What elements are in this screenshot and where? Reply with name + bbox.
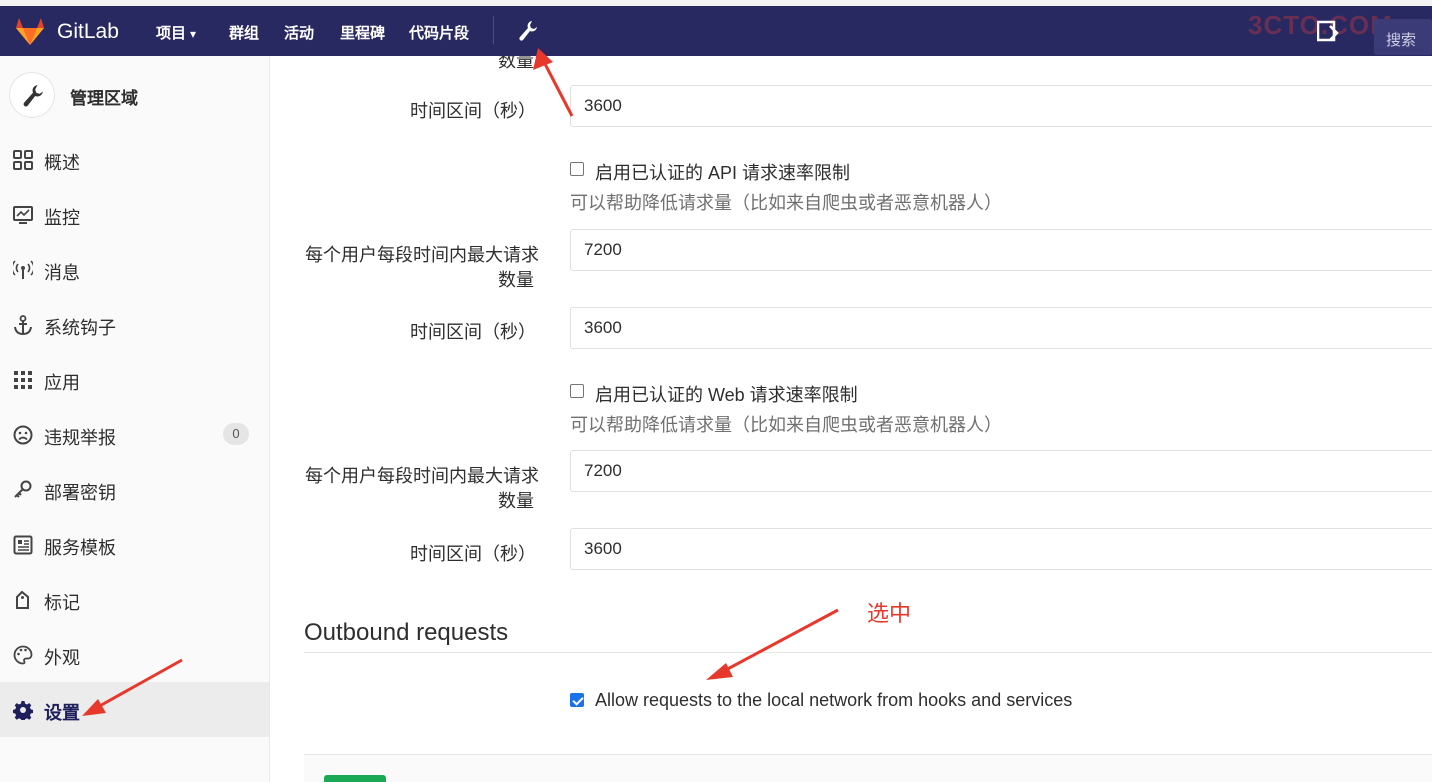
nav-activity[interactable]: 活动 <box>284 22 314 43</box>
wrench-icon <box>23 85 43 107</box>
web-period-label: 时间区间（秒） <box>410 544 536 564</box>
sidebar-item-label: 概述 <box>44 153 80 173</box>
nav-projects-label: 项目 <box>156 25 187 42</box>
palette-icon <box>13 645 33 665</box>
sidebar-item-labels[interactable]: 标记 <box>0 572 269 627</box>
search-button[interactable]: 搜索 <box>1374 19 1432 55</box>
sidebar-item-overview[interactable]: 概述 <box>0 132 269 187</box>
sidebar-item-deploy-keys[interactable]: 部署密钥 <box>0 462 269 517</box>
gear-icon <box>13 701 33 720</box>
web-rate-limit-label: 启用已认证的 Web 请求速率限制 <box>595 385 858 405</box>
gitlab-logo-icon[interactable] <box>14 16 46 46</box>
sidebar-item-label: 违规举报 <box>44 428 116 448</box>
sidebar-item-label: 监控 <box>44 208 80 228</box>
nav-snippets[interactable]: 代码片段 <box>409 22 469 43</box>
anchor-icon <box>14 315 32 335</box>
sidebar-item-system-hooks[interactable]: 系统钩子 <box>0 297 269 352</box>
sidebar-title: 管理区域 <box>70 89 138 108</box>
sidebar-item-label: 服务模板 <box>44 538 116 558</box>
sidebar-item-label: 系统钩子 <box>44 318 116 338</box>
allow-local-requests-checkbox[interactable] <box>570 693 584 707</box>
web-period-input[interactable]: 3600 <box>570 528 1432 570</box>
settings-content: 数量 时间区间（秒） 3600 启用已认证的 API 请求速率限制 可以帮助降低… <box>270 56 1432 782</box>
api-max-label-line1: 每个用户每段时间内最大请求 <box>305 245 539 265</box>
nav-milestones[interactable]: 里程碑 <box>340 22 385 43</box>
sidebar-item-abuse-reports[interactable]: 违规举报 0 <box>0 407 269 462</box>
frown-icon <box>13 425 33 445</box>
admin-area-wrench-icon[interactable] <box>518 20 538 42</box>
api-period-label: 时间区间（秒） <box>410 322 536 342</box>
nav-groups[interactable]: 群组 <box>229 22 259 43</box>
admin-sidebar: 管理区域 概述 监控 消息 系统钩子 应用 违规举报 0 部署密钥 服务模板 标… <box>0 56 270 782</box>
api-max-requests-input[interactable]: 7200 <box>570 229 1432 271</box>
overview-grid-icon <box>13 150 33 170</box>
apps-grid-icon <box>14 371 32 389</box>
form-actions-bar <box>304 754 1432 782</box>
admin-avatar <box>9 72 55 118</box>
broadcast-icon <box>13 260 33 279</box>
sidebar-item-messages[interactable]: 消息 <box>0 242 269 297</box>
template-icon <box>13 535 33 555</box>
issues-icon[interactable] <box>1317 20 1339 42</box>
sidebar-item-appearance[interactable]: 外观 <box>0 627 269 682</box>
sidebar-item-label: 消息 <box>44 263 80 283</box>
nav-projects[interactable]: 项目 ▾ <box>156 22 196 43</box>
sidebar-item-monitoring[interactable]: 监控 <box>0 187 269 242</box>
api-rate-limit-help: 可以帮助降低请求量（比如来自爬虫或者恶意机器人） <box>570 193 1002 213</box>
sidebar-item-label: 部署密钥 <box>44 483 116 503</box>
api-rate-limit-checkbox[interactable] <box>570 162 584 176</box>
nav-divider <box>493 16 494 44</box>
label-icon <box>16 590 29 609</box>
sidebar-item-label: 应用 <box>44 373 80 393</box>
allow-local-requests-label: Allow requests to the local network from… <box>595 690 1073 710</box>
brand-name[interactable]: GitLab <box>57 20 119 44</box>
sidebar-item-service-templates[interactable]: 服务模板 <box>0 517 269 572</box>
web-max-requests-input[interactable]: 7200 <box>570 450 1432 492</box>
sidebar-item-label: 标记 <box>44 593 80 613</box>
sidebar-item-applications[interactable]: 应用 <box>0 352 269 407</box>
sidebar-item-label: 设置 <box>44 703 80 723</box>
key-icon <box>14 480 32 498</box>
abuse-count-badge: 0 <box>223 423 249 445</box>
web-max-label-line1: 每个用户每段时间内最大请求 <box>305 466 539 486</box>
chevron-down-icon: ▾ <box>190 27 197 41</box>
outbound-section-title: Outbound requests <box>304 619 509 646</box>
field-label-partial: 数量 <box>498 56 534 71</box>
web-max-label-line2: 数量 <box>498 491 534 511</box>
section-divider <box>304 652 1432 653</box>
api-max-label-line2: 数量 <box>498 270 534 290</box>
period-label-1: 时间区间（秒） <box>410 101 536 121</box>
api-rate-limit-label: 启用已认证的 API 请求速率限制 <box>595 163 851 183</box>
annotation-select-text: 选中 <box>867 601 912 626</box>
sidebar-item-settings[interactable]: 设置 <box>0 682 269 737</box>
top-navbar: GitLab 项目 ▾ 群组 活动 里程碑 代码片段 3CTO.COM 搜索 <box>0 0 1432 56</box>
monitor-icon <box>13 206 33 224</box>
api-period-input[interactable]: 3600 <box>570 307 1432 349</box>
period-input-1[interactable]: 3600 <box>570 85 1432 127</box>
sidebar-item-label: 外观 <box>44 648 80 668</box>
web-rate-limit-checkbox[interactable] <box>570 384 584 398</box>
web-rate-limit-help: 可以帮助降低请求量（比如来自爬虫或者恶意机器人） <box>570 415 1002 435</box>
save-changes-button[interactable] <box>324 775 386 782</box>
